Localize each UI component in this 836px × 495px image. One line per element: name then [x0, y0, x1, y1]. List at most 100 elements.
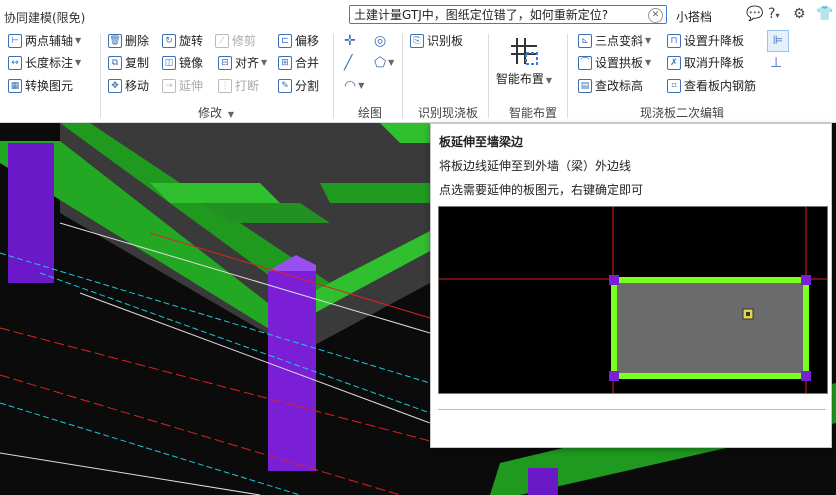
extend-icon: → [162, 79, 176, 93]
smart-layout-button[interactable]: 智能布置 ▼ [495, 34, 553, 94]
three-point-slope-label: 三点变斜 [595, 34, 644, 48]
app-label: 协同建模(限免) [4, 11, 86, 25]
identify-slab-label: 识别板 [427, 34, 464, 48]
rotate-point-icon[interactable]: ◎ [374, 32, 386, 50]
search-text: 土建计量GTJ中，图纸定位错了，如何重新定位? [354, 8, 609, 22]
align-icon: ⊟ [218, 56, 232, 70]
convert-button[interactable]: ▦ 转换图元 [8, 77, 73, 95]
convert-label: 转换图元 [25, 79, 74, 93]
length-dim-button[interactable]: ↔ 长度标注 ▼ [8, 54, 81, 72]
separator [333, 34, 334, 118]
help-icon[interactable]: ?▾ [768, 6, 779, 22]
delete-label: 删除 [125, 34, 150, 48]
tooltip-title: 板延伸至墙梁边 [439, 135, 524, 149]
modify-group-label[interactable]: 修改 ▼ [198, 104, 234, 121]
set-arch-button[interactable]: ⌒ 设置拱板 ▼ [578, 54, 651, 72]
tooltip-preview-image [438, 206, 828, 394]
view-rebar-button[interactable]: ⌗ 查看板内钢筋 [667, 77, 756, 95]
edit-elevation-button[interactable]: ▤ 查改标高 [578, 77, 643, 95]
extend-button[interactable]: → 延伸 [162, 77, 203, 95]
break-label: 打断 [235, 79, 260, 93]
align-label: 对齐 [235, 56, 260, 70]
two-point-axis-button[interactable]: ⊢ 两点辅轴 ▼ [8, 32, 81, 50]
trim-button[interactable]: ⁄ 修剪 [215, 32, 256, 50]
separator [488, 34, 489, 118]
split-button[interactable]: ✎ 分割 [278, 77, 319, 95]
move-label: 移动 [125, 79, 150, 93]
copy-button[interactable]: ⧉ 复制 [108, 54, 149, 72]
break-button[interactable]: ⋮ 打断 [218, 77, 259, 95]
clear-icon[interactable]: ✕ [648, 8, 663, 23]
axis-icon: ⊢ [8, 34, 22, 48]
trim-label: 修剪 [232, 34, 257, 48]
elevation-icon: ▤ [578, 79, 592, 93]
split-icon: ✎ [278, 79, 292, 93]
separator [402, 34, 403, 118]
arc-icon[interactable]: ◠ ▼ [344, 77, 364, 95]
set-raise-label: 设置升降板 [684, 34, 745, 48]
identify-icon: ⎘ [410, 34, 424, 48]
search-input[interactable]: 土建计量GTJ中，图纸定位错了，如何重新定位? ✕ [349, 5, 667, 24]
trash-icon: 🗑 [108, 34, 122, 48]
mirror-icon: ◫ [162, 56, 176, 70]
length-dim-label: 长度标注 [25, 56, 74, 70]
convert-icon: ▦ [8, 79, 22, 93]
polygon-icon[interactable]: ⬠ ▼ [374, 54, 394, 72]
copy-icon: ⧉ [108, 56, 122, 70]
delete-button[interactable]: 🗑 删除 [108, 32, 149, 50]
rotate-button[interactable]: ↻ 旋转 [162, 32, 203, 50]
copy-label: 复制 [125, 56, 150, 70]
set-raise-button[interactable]: ⊓ 设置升降板 [667, 32, 744, 50]
draw-group-label: 绘图 [358, 106, 383, 120]
cancel-raise-label: 取消升降板 [684, 56, 745, 70]
merge-label: 合并 [295, 56, 320, 70]
merge-button[interactable]: ⊞ 合并 [278, 54, 319, 72]
tshirt-icon[interactable]: 👕 [816, 6, 833, 22]
ribbon: ⊢ 两点辅轴 ▼ ↔ 长度标注 ▼ ▦ 转换图元 🗑 删除 ↻ 旋转 ⁄ 修剪 ⊏ 偏移 ⧉… [0, 30, 836, 123]
tooltip-divider [438, 409, 826, 410]
secondary-group-label: 现浇板二次编辑 [640, 106, 725, 120]
mirror-button[interactable]: ◫ 镜像 [162, 54, 203, 72]
rotate-icon: ↻ [162, 34, 176, 48]
chat-bubble-icon[interactable]: 💬 [746, 6, 763, 22]
align-button[interactable]: ⊟ 对齐 ▼ [218, 54, 267, 72]
view-rebar-label: 查看板内钢筋 [684, 79, 757, 93]
point-icon[interactable]: ✛ [344, 32, 356, 50]
extend-label: 延伸 [179, 79, 204, 93]
offset-button[interactable]: ⊏ 偏移 [278, 32, 319, 50]
move-button[interactable]: ✥ 移动 [108, 77, 149, 95]
separator [567, 34, 568, 118]
rotate-label: 旋转 [179, 34, 204, 48]
identify-slab-button[interactable]: ⎘ 识别板 [410, 32, 463, 50]
gear-icon[interactable]: ⚙ [793, 6, 806, 22]
merge-icon: ⊞ [278, 56, 292, 70]
split-label: 分割 [295, 79, 320, 93]
cancel-raise-icon: ✗ [667, 56, 681, 70]
three-point-slope-button[interactable]: ⊾ 三点变斜 ▼ [578, 32, 651, 50]
mirror-label: 镜像 [179, 56, 204, 70]
rebar-icon: ⌗ [667, 79, 681, 93]
edit-elevation-label: 查改标高 [595, 79, 644, 93]
assistant-label[interactable]: 小搭档 [676, 8, 712, 25]
slope-icon: ⊾ [578, 34, 592, 48]
smart-group-label: 智能布置 [509, 106, 558, 120]
tooltip-line-2: 点选需要延伸的板图元，右键确定即可 [439, 183, 644, 197]
trim-icon: ⁄ [215, 34, 229, 48]
smart-layout-label: 智能布置 [495, 72, 544, 86]
slab-adjust-icon[interactable]: ⊥ [770, 54, 782, 72]
slab-preview-graphic [439, 207, 827, 393]
break-icon: ⋮ [218, 79, 232, 93]
two-point-axis-label: 两点辅轴 [25, 34, 74, 48]
separator [100, 34, 101, 118]
extend-to-wall-button[interactable]: ⊫ [767, 30, 789, 52]
line-icon[interactable]: ╱ [344, 54, 352, 72]
tooltip-line-1: 将板边线延伸至到外墙（梁）外边线 [439, 159, 632, 173]
tooltip-popup: 板延伸至墙梁边 将板边线延伸至到外墙（梁）外边线 点选需要延伸的板图元，右键确定… [430, 123, 832, 448]
dimension-icon: ↔ [8, 56, 22, 70]
grid-layout-icon [509, 36, 539, 66]
offset-label: 偏移 [295, 34, 320, 48]
cancel-raise-button[interactable]: ✗ 取消升降板 [667, 54, 744, 72]
extend-to-wall-icon: ⊫ [772, 33, 784, 47]
identify-group-label: 识别现浇板 [418, 106, 479, 120]
offset-icon: ⊏ [278, 34, 292, 48]
